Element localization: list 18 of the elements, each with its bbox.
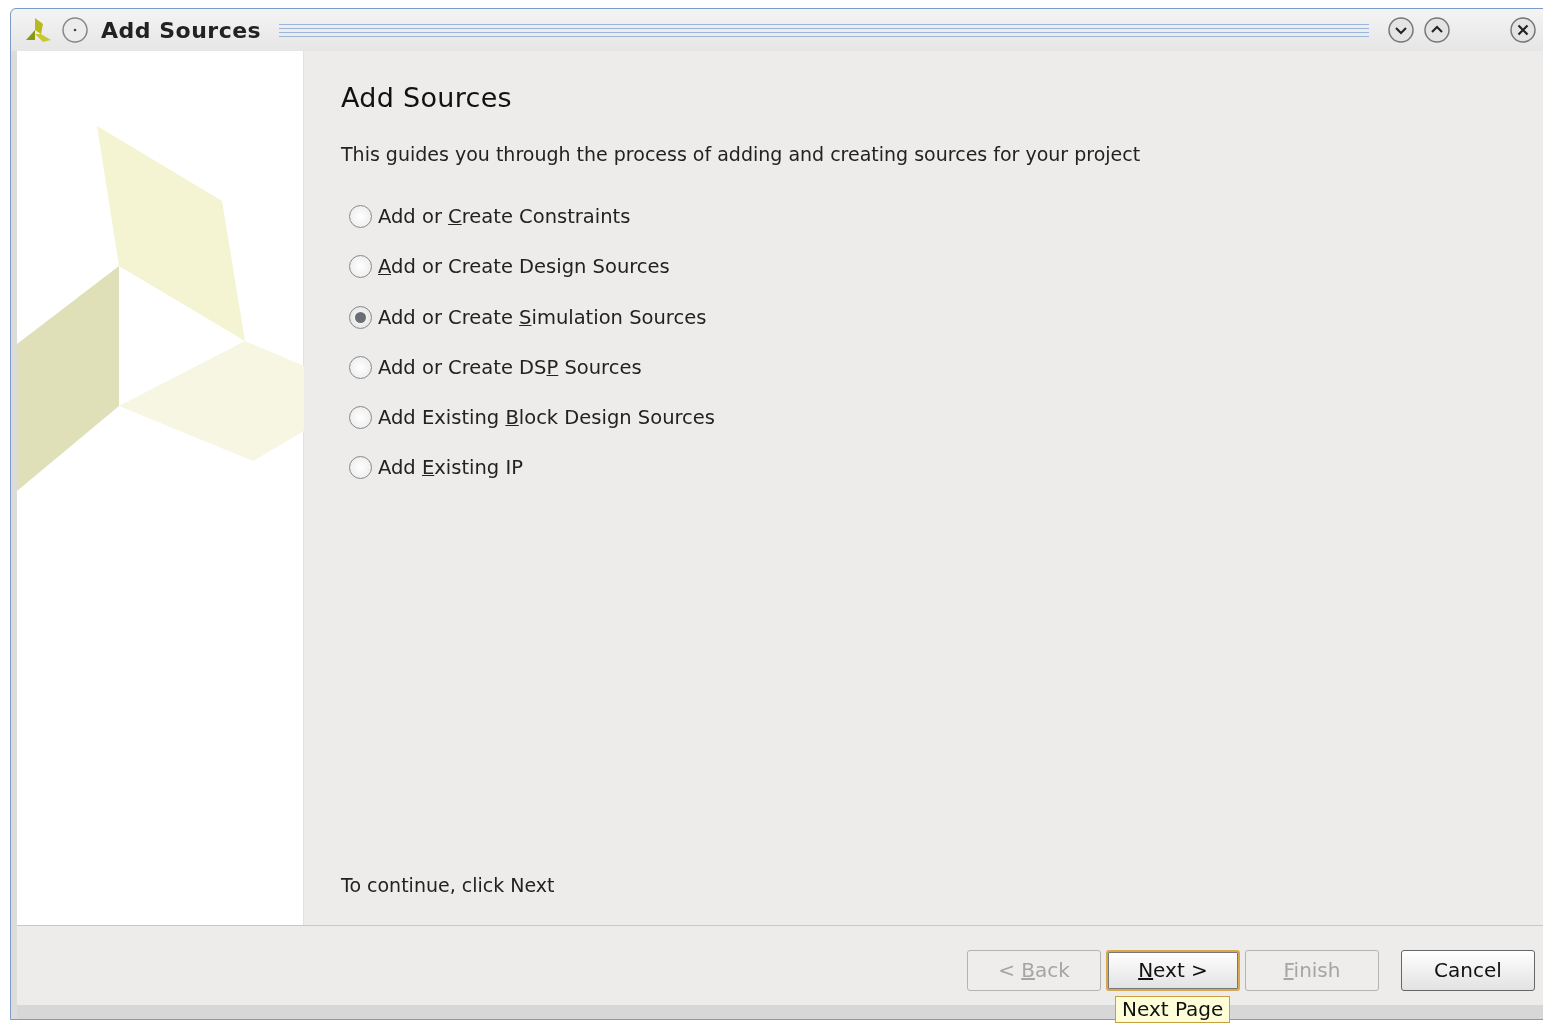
radio-option[interactable]: Add or Create Design Sources <box>349 252 670 282</box>
close-icon[interactable] <box>1509 16 1537 44</box>
instruction-text: To continue, click Next <box>341 872 556 898</box>
radio-option[interactable]: Add Existing Block Design Sources <box>349 403 715 433</box>
window-menu-icon[interactable] <box>61 16 89 44</box>
window-title: Add Sources <box>101 16 262 45</box>
dialog-button[interactable]: Cancel <box>1401 949 1535 991</box>
radio-option[interactable]: Add Existing IP <box>349 453 523 483</box>
tooltip: Next Page <box>1115 996 1231 1023</box>
minimize-icon[interactable] <box>1387 16 1415 44</box>
maximize-icon[interactable] <box>1423 16 1451 44</box>
page-heading: Add Sources <box>341 81 513 115</box>
radio-option[interactable]: Add or Create Simulation Sources <box>349 302 707 332</box>
radio-option[interactable]: Add or Create DSP Sources <box>349 352 642 382</box>
logo-icon <box>23 16 53 44</box>
dialog-button[interactable]: Next > <box>1106 949 1240 991</box>
description-text: This guides you through the process of adding and creating sources for your project <box>341 141 1142 167</box>
radio-option[interactable]: Add or Create Constraints <box>349 202 631 232</box>
